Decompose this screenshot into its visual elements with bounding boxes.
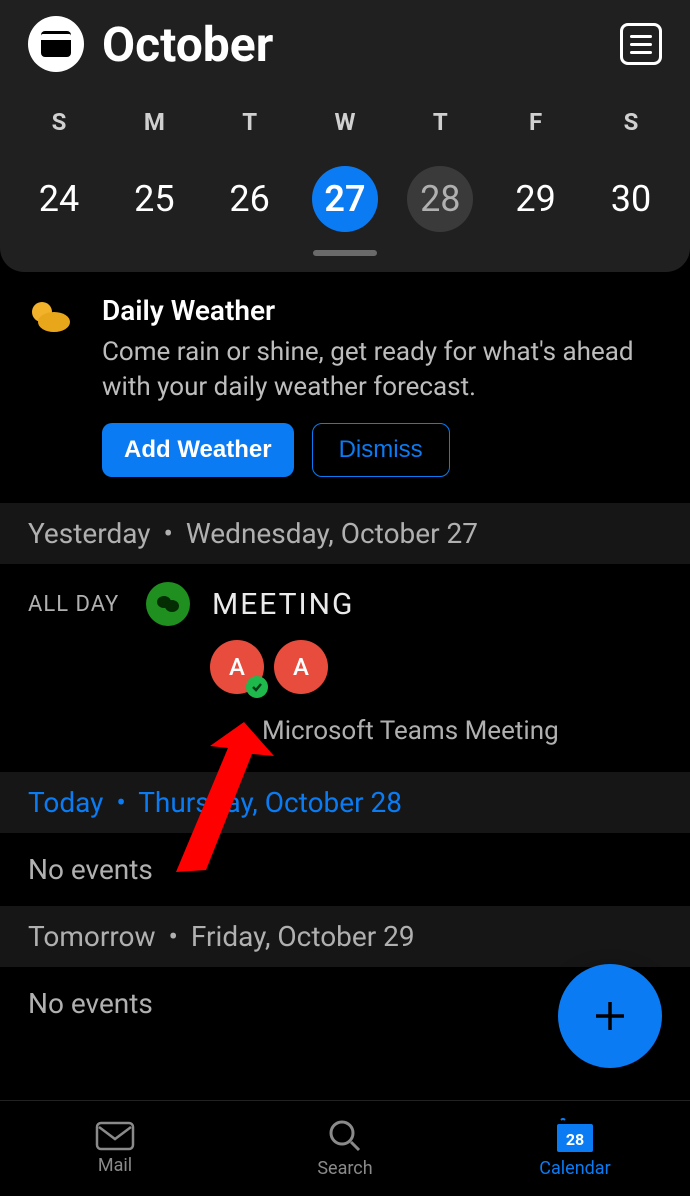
all-day-label: ALL DAY bbox=[28, 592, 146, 617]
nav-calendar-label: Calendar bbox=[539, 1158, 610, 1179]
section-date: Thursday, October 28 bbox=[138, 786, 402, 819]
nav-calendar[interactable]: 28 Calendar bbox=[460, 1101, 690, 1196]
weather-title: Daily Weather bbox=[102, 294, 662, 327]
date-cell[interactable]: 24 bbox=[18, 166, 100, 232]
profile-avatar[interactable] bbox=[28, 16, 84, 72]
agenda-view-button[interactable] bbox=[620, 23, 662, 65]
attendee-avatars: AA bbox=[210, 640, 662, 694]
bottom-navigation: Mail Search 28 Calendar bbox=[0, 1100, 690, 1196]
weekday-label: S bbox=[18, 108, 100, 136]
nav-mail[interactable]: Mail bbox=[0, 1101, 230, 1196]
event-title: MEETING bbox=[212, 587, 354, 622]
calendar-header-panel: October SMTWTFS 24252627282930 bbox=[0, 0, 690, 272]
weekday-label: W bbox=[304, 108, 386, 136]
weekday-row: SMTWTFS bbox=[0, 108, 690, 136]
section-date: Friday, October 29 bbox=[191, 920, 415, 953]
date-cell[interactable]: 29 bbox=[495, 166, 577, 232]
accepted-check-icon bbox=[246, 676, 268, 698]
section-header-tomorrow: Tomorrow • Friday, October 29 bbox=[0, 906, 690, 967]
date-cell[interactable]: 30 bbox=[590, 166, 672, 232]
date-row: 24252627282930 bbox=[0, 166, 690, 232]
drag-handle[interactable] bbox=[313, 250, 377, 256]
weekday-label: T bbox=[209, 108, 291, 136]
event-subtitle: Microsoft Teams Meeting bbox=[262, 716, 662, 746]
month-title[interactable]: October bbox=[102, 16, 620, 73]
date-cell[interactable]: 25 bbox=[113, 166, 195, 232]
weekday-label: M bbox=[113, 108, 195, 136]
new-event-button[interactable] bbox=[558, 964, 662, 1068]
date-cell[interactable]: 28 bbox=[399, 166, 481, 232]
plus-icon bbox=[590, 996, 630, 1036]
weather-sun-cloud-icon bbox=[28, 294, 84, 477]
no-events-today: No events bbox=[0, 833, 690, 906]
daily-weather-card: Daily Weather Come rain or shine, get re… bbox=[0, 272, 690, 503]
nav-search-label: Search bbox=[317, 1158, 372, 1179]
dismiss-weather-button[interactable]: Dismiss bbox=[312, 423, 450, 477]
section-header-yesterday: Yesterday • Wednesday, October 27 bbox=[0, 503, 690, 564]
calendar-icon: 28 bbox=[555, 1118, 595, 1154]
section-header-today: Today • Thursday, October 28 bbox=[0, 772, 690, 833]
date-cell[interactable]: 27 bbox=[304, 166, 386, 232]
weather-description: Come rain or shine, get ready for what's… bbox=[102, 335, 662, 405]
nav-search[interactable]: Search bbox=[230, 1101, 460, 1196]
section-label: Today bbox=[28, 786, 103, 819]
add-weather-button[interactable]: Add Weather bbox=[102, 423, 294, 477]
weekday-label: T bbox=[399, 108, 481, 136]
section-label: Tomorrow bbox=[28, 920, 156, 953]
weekday-label: F bbox=[495, 108, 577, 136]
attendee-avatar: A bbox=[274, 640, 328, 694]
search-icon bbox=[327, 1118, 363, 1154]
mail-icon bbox=[95, 1121, 135, 1151]
attendee-avatar: A bbox=[210, 640, 264, 694]
calendar-glyph-icon bbox=[41, 31, 71, 57]
section-date: Wednesday, October 27 bbox=[186, 517, 478, 550]
svg-text:28: 28 bbox=[566, 1130, 584, 1149]
event-item[interactable]: ALL DAY MEETING AA Microsoft Teams Meeti… bbox=[0, 564, 690, 772]
chat-badge-icon bbox=[146, 582, 190, 626]
weekday-label: S bbox=[590, 108, 672, 136]
nav-mail-label: Mail bbox=[98, 1155, 132, 1176]
date-cell[interactable]: 26 bbox=[209, 166, 291, 232]
section-label: Yesterday bbox=[28, 517, 151, 550]
